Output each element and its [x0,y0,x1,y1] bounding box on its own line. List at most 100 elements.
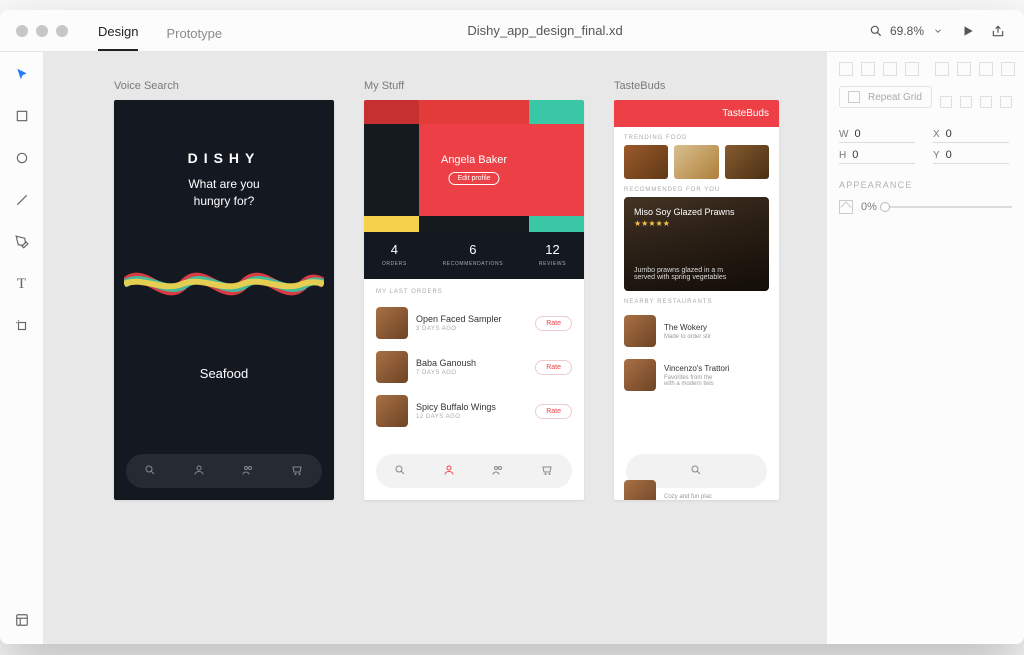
rating-stars-icon: ★★★★★ [634,219,759,228]
zoom-value[interactable]: 69.8% [890,24,924,38]
order-thumb [376,351,408,383]
restaurant-row[interactable]: The WokeryMade to order stir [614,309,779,353]
mode-tabs: Design Prototype [98,10,222,51]
app-window: Design Prototype Dishy_app_design_final.… [0,10,1024,644]
stats-row: 4ORDERS 6RECOMMENDATIONS 12REVIEWS [364,232,584,279]
rate-button[interactable]: Rate [535,360,572,375]
order-row[interactable]: Spicy Buffalo Wings 12 DAYS AGO Rate [364,389,584,433]
opacity-slider-thumb[interactable] [880,202,890,212]
stat-orders-value: 4 [382,242,407,257]
titlebar: Design Prototype Dishy_app_design_final.… [0,10,1024,52]
search-icon[interactable] [394,464,408,478]
play-preview-icon[interactable] [960,23,976,39]
search-icon[interactable] [868,23,884,39]
recommended-hero[interactable]: Miso Soy Glazed Prawns ★★★★★ Jumbo prawn… [624,197,769,291]
zoom-window-dot[interactable] [56,25,68,37]
align-controls [839,62,1012,76]
artboard-label[interactable]: TasteBuds [614,80,779,92]
edit-profile-button[interactable]: Edit profile [448,172,499,185]
stat-reviews-value: 12 [539,242,566,257]
select-tool[interactable] [12,64,32,84]
tab-design[interactable]: Design [98,24,138,51]
pen-tool[interactable] [12,232,32,252]
y-input[interactable] [946,149,994,161]
subtract-icon[interactable] [960,96,972,108]
opacity-slider[interactable] [885,206,1012,208]
align-stretch-v-icon[interactable] [1001,62,1015,76]
repeat-grid-button[interactable]: Repeat Grid [839,86,932,108]
share-icon[interactable] [990,23,1006,39]
align-left-icon[interactable] [839,62,853,76]
order-thumb [376,307,408,339]
align-bottom-icon[interactable] [979,62,993,76]
order-row[interactable]: Open Faced Sampler3 DAYS AGORate [364,301,584,345]
canvas[interactable]: Voice Search DISHY What are you hungry f… [44,52,826,644]
height-input[interactable] [852,149,900,161]
x-label: X [933,129,940,140]
body-row: T Voice Search DISHY What are you hungry… [0,52,1024,644]
app-logo: DISHY [188,150,261,166]
stat-orders-label: ORDERS [382,261,407,267]
assets-panel-icon[interactable] [12,610,32,630]
restaurant-row[interactable]: Vincenzo's TrattoriFavorites from the wi… [614,353,779,397]
width-input[interactable] [854,128,902,140]
bottom-navbar [126,454,322,488]
artboard-tastebuds[interactable]: TasteBuds TRENDING FOOD RECOMMENDED FOR … [614,100,779,500]
order-name: Spicy Buffalo Wings [416,402,527,412]
line-tool[interactable] [12,190,32,210]
tab-prototype[interactable]: Prototype [166,26,222,51]
ellipse-tool[interactable] [12,148,32,168]
minimize-window-dot[interactable] [36,25,48,37]
order-name: Open Faced Sampler [416,314,527,324]
restaurant-sub: Cozy and fun plac [664,494,712,500]
exclude-icon[interactable] [1000,96,1012,108]
intersect-icon[interactable] [980,96,992,108]
window-controls [0,25,84,37]
search-icon[interactable] [144,464,158,478]
order-name: Baba Ganoush [416,358,527,368]
rate-button[interactable]: Rate [535,404,572,419]
rate-button[interactable]: Rate [535,316,572,331]
align-top-icon[interactable] [935,62,949,76]
bottom-navbar [376,454,572,488]
zoom-dropdown-icon[interactable] [930,23,946,39]
left-toolbar: T [0,52,44,644]
artboard-voice-search[interactable]: DISHY What are you hungry for? Seafood [114,100,334,500]
align-center-v-icon[interactable] [957,62,971,76]
profile-icon[interactable] [193,464,207,478]
add-icon[interactable] [940,96,952,108]
restaurant-row[interactable]: Cozy and fun plac [614,474,779,500]
cart-icon[interactable] [541,464,555,478]
group-icon[interactable] [492,464,506,478]
align-right-icon[interactable] [883,62,897,76]
order-row[interactable]: Baba Ganoush7 DAYS AGORate [364,345,584,389]
artboard-tool[interactable] [12,316,32,336]
recommended-header: RECOMMENDED FOR YOU [614,179,779,197]
align-stretch-h-icon[interactable] [905,62,919,76]
hero-desc: Jumbo prawns glazed in a m served with s… [634,267,759,281]
trending-thumbs [614,145,779,179]
file-title: Dishy_app_design_final.xd [222,23,868,38]
x-input[interactable] [946,128,994,140]
align-center-h-icon[interactable] [861,62,875,76]
width-label: W [839,129,848,140]
text-tool[interactable]: T [12,274,32,294]
group-icon[interactable] [242,464,256,478]
artboard-my-stuff[interactable]: Angela Baker Edit profile 4ORDERS 6RECOM… [364,100,584,500]
order-thumb [376,395,408,427]
cart-icon[interactable] [291,464,305,478]
artboard-label[interactable]: Voice Search [114,80,334,92]
titlebar-right: 69.8% [868,23,1024,39]
stat-recs-value: 6 [443,242,504,257]
close-window-dot[interactable] [16,25,28,37]
order-time: 12 DAYS AGO [416,414,527,420]
restaurant-thumb [624,315,656,347]
artboard-label[interactable]: My Stuff [364,80,584,92]
restaurant-thumb [624,359,656,391]
restaurant-thumb [624,480,656,500]
profile-icon[interactable] [443,464,457,478]
properties-panel: Repeat Grid W X H Y APPEARANCE 0 [826,52,1024,644]
height-label: H [839,150,846,161]
opacity-value: 0% [861,201,877,213]
rectangle-tool[interactable] [12,106,32,126]
